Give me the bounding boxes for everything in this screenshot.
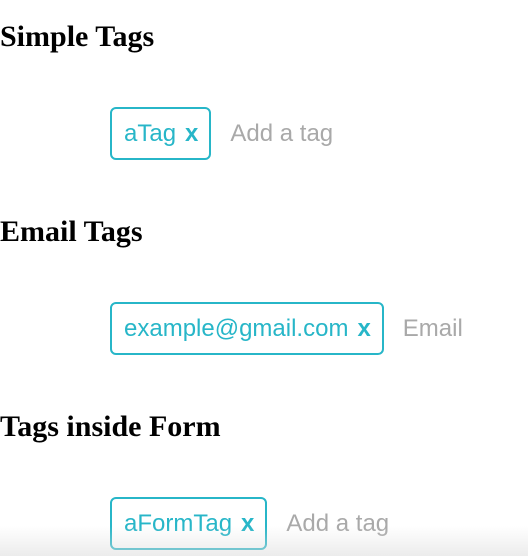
- tag-label: aFormTag: [124, 509, 233, 537]
- form-add-tag-input[interactable]: [286, 508, 427, 539]
- tag-remove-button[interactable]: x: [241, 511, 254, 536]
- tags-input-simple: aTag x: [110, 107, 371, 160]
- section-title-simple-tags: Simple Tags: [0, 20, 155, 53]
- tag-remove-button[interactable]: x: [185, 121, 198, 146]
- add-tag-input[interactable]: [230, 118, 371, 149]
- tag-chip: example@gmail.com x: [110, 302, 384, 355]
- email-tag-input[interactable]: [402, 313, 528, 344]
- tags-input-form: aFormTag x: [110, 497, 427, 550]
- tag-remove-button[interactable]: x: [357, 316, 370, 341]
- tag-chip: aFormTag x: [110, 497, 268, 550]
- tag-label: example@gmail.com: [124, 314, 349, 342]
- tags-input-email: example@gmail.com x: [110, 302, 528, 355]
- section-title-tags-inside-form: Tags inside Form: [0, 410, 221, 443]
- tag-chip: aTag x: [110, 107, 212, 160]
- tag-label: aTag: [124, 119, 177, 147]
- section-title-email-tags: Email Tags: [0, 215, 143, 248]
